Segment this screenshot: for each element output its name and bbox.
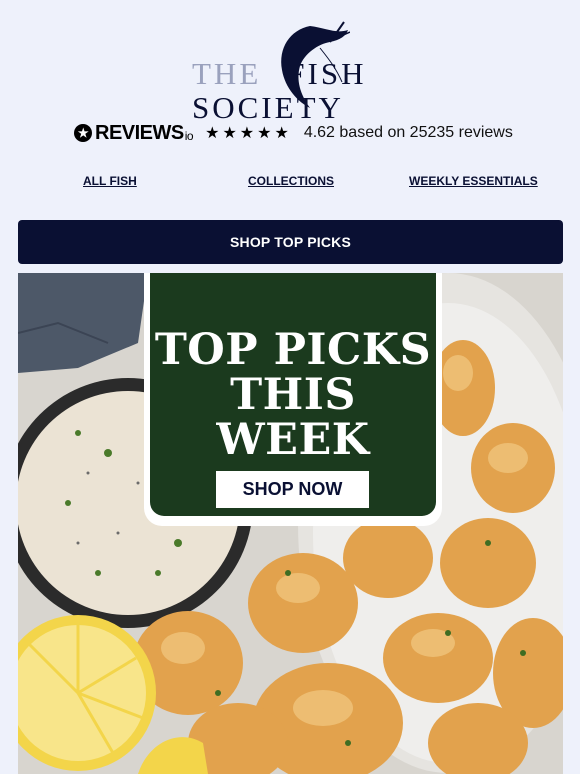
nav-links: ALL FISH COLLECTIONS WEEKLY ESSENTIALS <box>0 174 580 194</box>
reviews-io-logo: ★ REVIEWS io <box>74 122 194 145</box>
shop-now-button[interactable]: SHOP NOW <box>216 471 369 508</box>
brand-logo[interactable]: THE FISH SOCIETY <box>192 18 392 123</box>
promo-title: TOP PICKS THIS WEEK <box>154 325 432 465</box>
nav-all-fish[interactable]: ALL FISH <box>83 174 137 188</box>
nav-weekly-essentials[interactable]: WEEKLY ESSENTIALS <box>409 174 538 188</box>
promo-card-panel: TOP PICKS THIS WEEK SHOP NOW <box>150 273 436 516</box>
brand-line-1: THE FISH <box>192 56 367 91</box>
reviews-bar[interactable]: ★ REVIEWS io ★★★★★ 4.62 based on 25235 re… <box>74 120 514 146</box>
promo-card: TOP PICKS THIS WEEK SHOP NOW <box>144 273 442 526</box>
nav-collections[interactable]: COLLECTIONS <box>248 174 334 188</box>
shop-top-picks-button[interactable]: SHOP TOP PICKS <box>18 220 563 264</box>
star-badge-icon: ★ <box>74 124 92 142</box>
hero-banner[interactable]: TOP PICKS THIS WEEK SHOP NOW <box>18 273 563 774</box>
rating-summary: 4.62 based on 25235 reviews <box>303 124 513 141</box>
brand-line-2: SOCIETY <box>192 90 344 125</box>
rating-stars: ★★★★★ <box>205 125 292 142</box>
